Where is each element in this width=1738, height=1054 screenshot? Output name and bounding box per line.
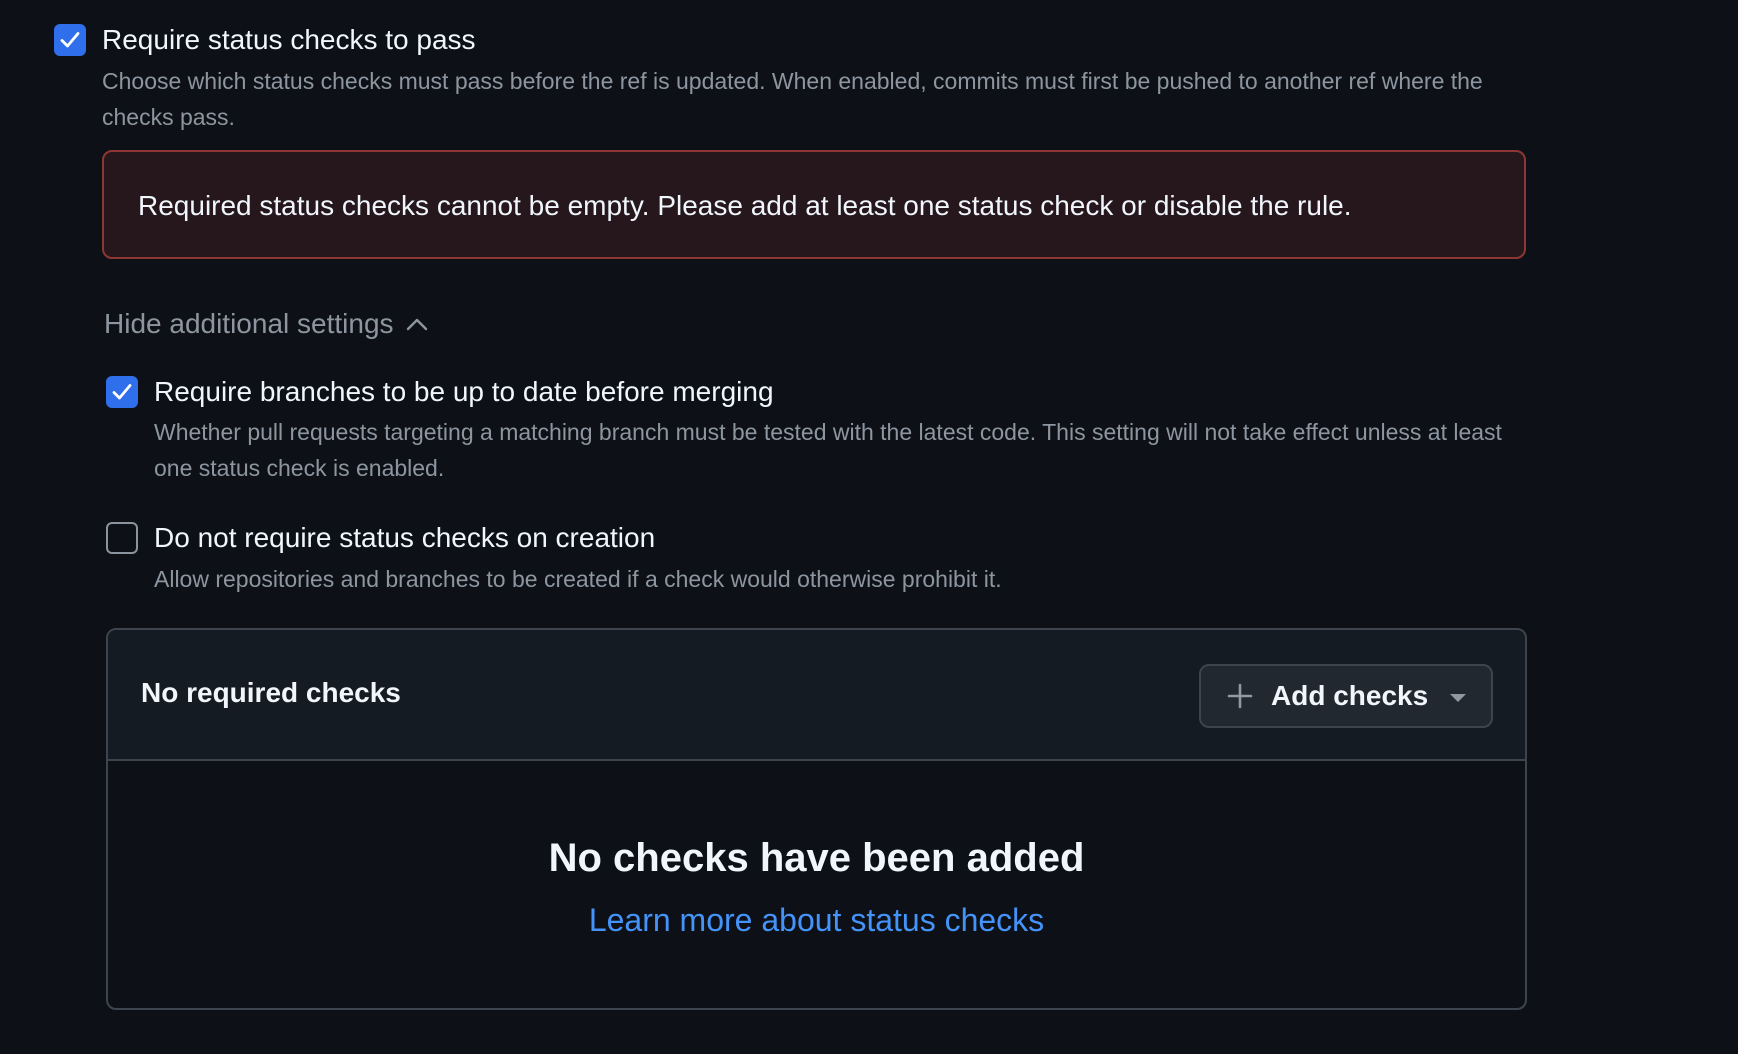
require-status-checks-checkbox[interactable]	[54, 24, 86, 56]
error-banner: Required status checks cannot be empty. …	[102, 150, 1526, 259]
hide-additional-settings-label: Hide additional settings	[104, 308, 394, 339]
required-checks-panel-header: No required checks Add checks	[108, 630, 1525, 761]
required-checks-panel: No required checks Add checks No checks …	[106, 628, 1527, 1010]
skip-checks-on-creation-checkbox[interactable]	[106, 522, 138, 554]
checkmark-icon	[60, 32, 80, 48]
empty-state-title: No checks have been added	[548, 836, 1085, 880]
skip-checks-on-creation-description: Allow repositories and branches to be cr…	[154, 566, 1002, 592]
required-checks-title: No required checks	[141, 677, 401, 708]
require-up-to-date-description: Whether pull requests targeting a matchi…	[154, 419, 1502, 481]
checkmark-icon	[112, 384, 132, 400]
triangle-down-icon	[1450, 694, 1466, 702]
require-up-to-date-checkbox[interactable]	[106, 376, 138, 408]
skip-checks-on-creation-label: Do not require status checks on creation	[154, 522, 656, 553]
chevron-up-icon	[406, 318, 427, 331]
learn-more-status-checks-link[interactable]: Learn more about status checks	[108, 902, 1525, 939]
plus-icon	[1227, 683, 1253, 709]
require-status-checks-label: Require status checks to pass	[102, 24, 476, 55]
add-checks-button[interactable]: Add checks	[1199, 664, 1493, 728]
hide-additional-settings-toggle[interactable]: Hide additional settings	[104, 306, 428, 342]
error-message: Required status checks cannot be empty. …	[138, 190, 1352, 221]
add-checks-label: Add checks	[1271, 680, 1429, 711]
require-status-checks-description: Choose which status checks must pass bef…	[102, 68, 1483, 130]
require-up-to-date-label: Require branches to be up to date before…	[154, 376, 774, 407]
